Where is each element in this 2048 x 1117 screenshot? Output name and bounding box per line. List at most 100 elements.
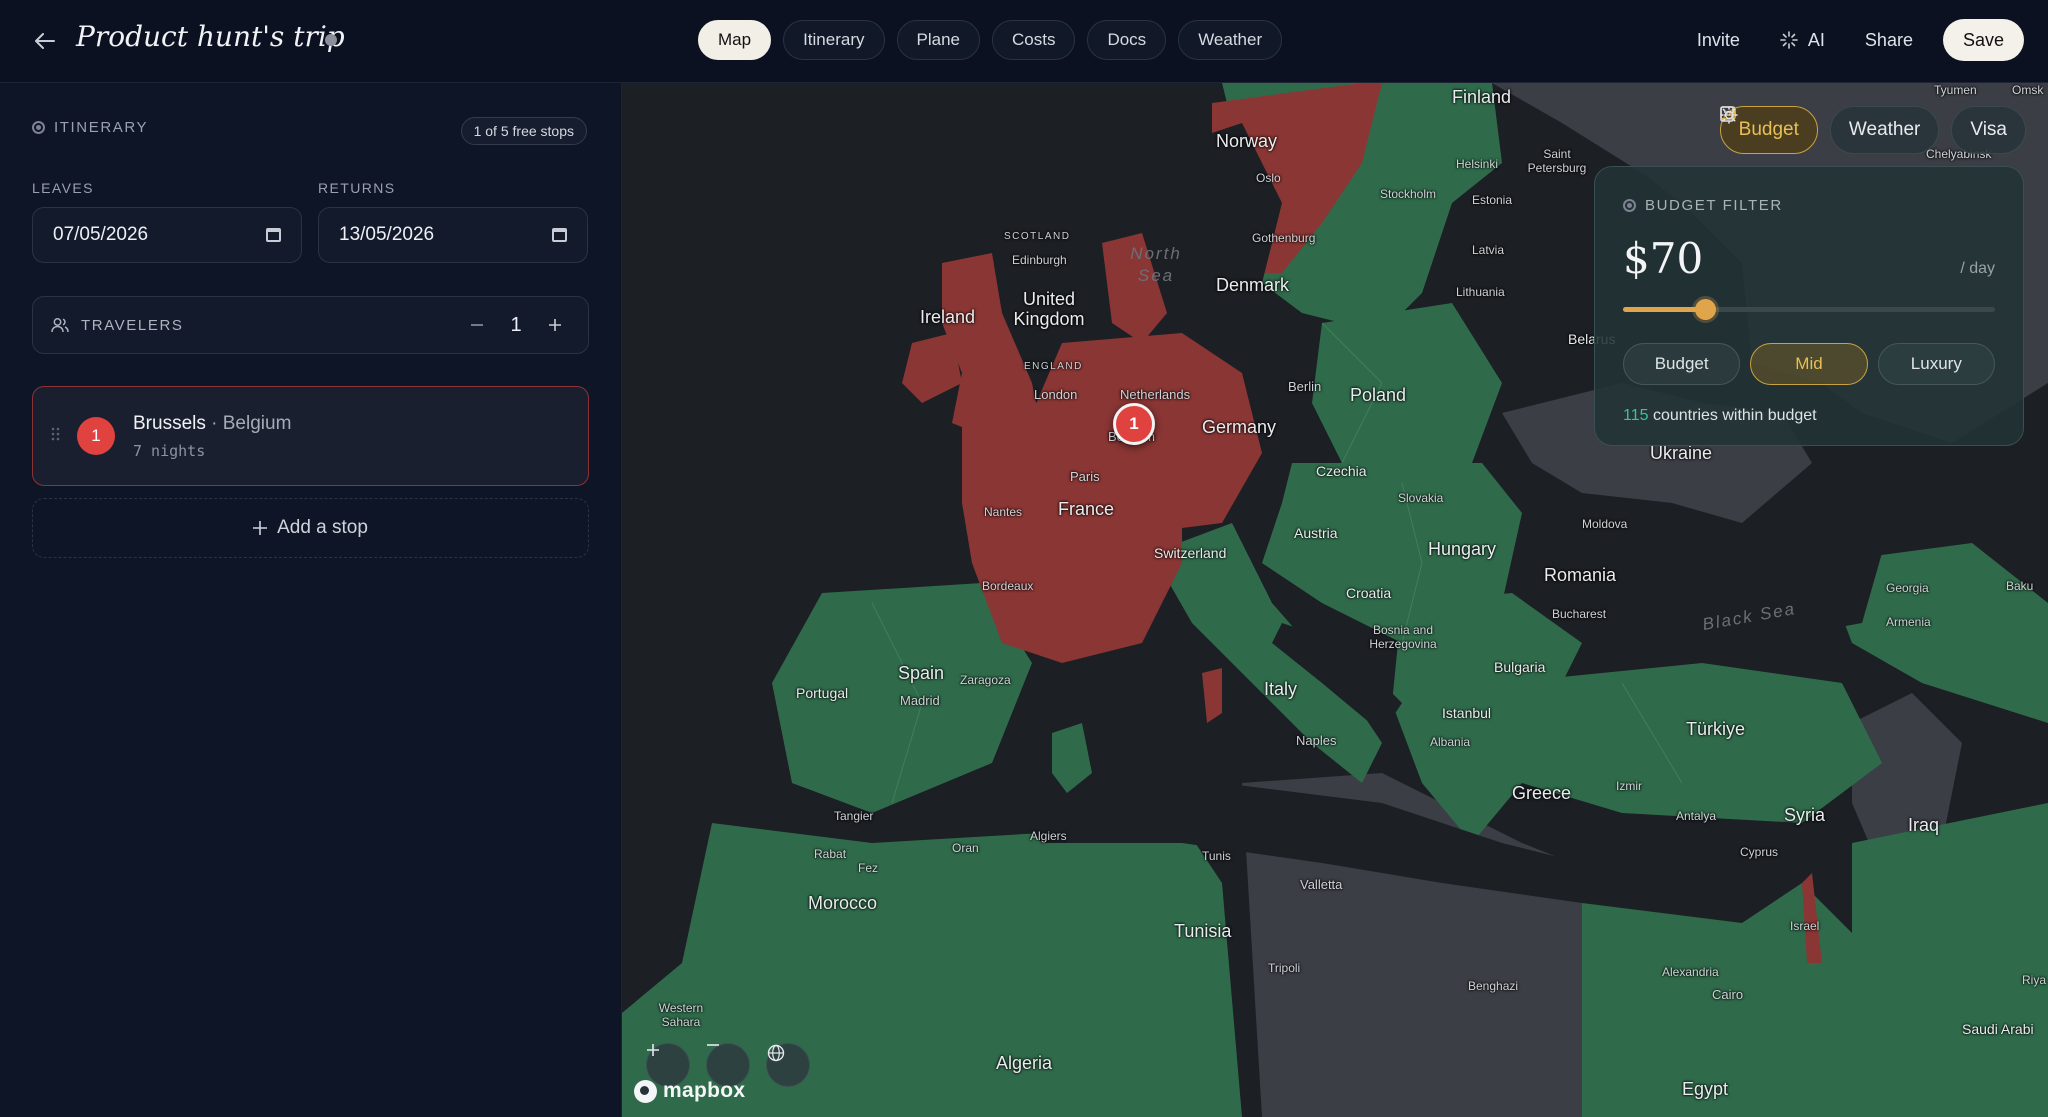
map-label-moldova: Moldova [1582,517,1628,531]
increment-travelers-button[interactable] [540,310,570,340]
map-label-cyprus: Cyprus [1740,845,1779,859]
travelers-label: TRAVELERS [81,316,184,334]
invite-button[interactable]: Invite [1677,19,1760,61]
baltics-poland [1312,303,1502,483]
tab-costs[interactable]: Costs [991,20,1076,60]
tab-plane[interactable]: Plane [896,20,980,60]
decrement-travelers-button[interactable] [462,310,492,340]
plus-icon [549,319,561,331]
minus-icon [471,324,483,326]
budget-tier-group: Budget Mid Luxury [1623,343,1995,385]
corsica [1202,668,1222,723]
map-label-albania: Albania [1430,735,1471,749]
stop-marker[interactable]: 1 [1113,403,1155,445]
budget-price-row: $70 / day [1623,234,1995,283]
stop-card[interactable]: 1 Brussels · Belgium 7 nights [32,386,589,486]
map-label-slovakia: Slovakia [1398,491,1444,505]
map-label-berlin: Berlin [1288,379,1322,394]
map-view[interactable]: Finland Norway Oslo Stockholm Helsinki S… [622,83,2048,1117]
budget-price: $70 [1623,234,1704,283]
map-label-baku: Baku [2006,579,2034,593]
returns-label: RETURNS [318,180,396,196]
itinerary-heading: ITINERARY [32,119,148,136]
budget-slider[interactable] [1623,299,1995,320]
itinerary-label: ITINERARY [54,119,149,136]
map-label-france: France [1058,499,1115,519]
budget-filter-panel: BUDGET FILTER $70 / day Budget Mid Luxur… [1594,166,2024,446]
mapbox-logo-icon [634,1079,657,1103]
map-label-izmir: Izmir [1616,779,1642,793]
leaves-date-input[interactable]: 07/05/2026 [32,207,302,263]
map-label-latvia: Latvia [1472,243,1505,257]
itinerary-sidebar: ITINERARY 1 of 5 free stops LEAVES 07/05… [0,83,622,1117]
calendar-icon[interactable] [552,228,567,242]
tier-budget-button[interactable]: Budget [1623,343,1741,385]
map-label-tyumen: Tyumen [1934,83,1977,97]
drag-handle-icon[interactable] [51,427,71,446]
calendar-icon[interactable] [266,228,281,242]
map-label-germany: Germany [1202,417,1277,437]
stop-separator: · [211,412,218,434]
map-label-ireland: Ireland [920,307,976,327]
map-label-western-sahara: Western Sahara [658,1001,704,1029]
map-label-alexandria: Alexandria [1662,965,1719,979]
globe-view-button[interactable] [766,1043,810,1087]
returns-date-value: 13/05/2026 [339,224,435,245]
weather-chip[interactable]: Weather [1719,106,1940,154]
map-label-tripoli: Tripoli [1268,961,1301,975]
visa-chip[interactable]: Visa [1719,106,2026,154]
stop-number-badge: 1 [77,417,115,455]
map-label-armenia: Armenia [1886,615,1931,629]
map-label-algiers: Algiers [1030,829,1067,843]
map-label-bucharest: Bucharest [1552,607,1607,621]
tier-mid-button[interactable]: Mid [1750,343,1868,385]
map-label-portugal: Portugal [796,685,849,701]
mapbox-attribution[interactable]: mapbox [634,1079,745,1103]
weather-chip-label: Weather [1848,119,1921,140]
slider-thumb[interactable] [1694,299,1716,320]
map-label-finland: Finland [1452,87,1512,107]
ai-button[interactable]: AI [1760,19,1845,61]
map-label-north-sea: North Sea [1130,244,1182,285]
plus-icon [647,1044,659,1056]
arrow-left-icon [35,33,55,49]
tab-map[interactable]: Map [698,20,772,60]
save-button[interactable]: Save [1942,19,2024,61]
stop-nights: 7 nights [133,441,206,460]
tab-weather[interactable]: Weather [1178,20,1283,60]
trip-title[interactable]: Product hunt's trip [76,20,345,53]
globe-icon [767,1044,785,1062]
map-label-helsinki: Helsinki [1456,157,1499,171]
map-label-ukraine: Ukraine [1650,443,1713,463]
top-bar: Product hunt's trip Map Itinerary Plane … [0,0,2048,83]
visa-chip-label: Visa [1970,119,2007,140]
map-label-saint-petersburg: Saint Petersburg [1527,147,1587,175]
map-label-stockholm: Stockholm [1380,187,1437,201]
map-label-romania: Romania [1544,565,1617,585]
map-label-norway: Norway [1216,131,1278,151]
share-button[interactable]: Share [1845,19,1933,61]
map-label-paris: Paris [1070,469,1100,484]
sardinia [1052,723,1092,793]
map-label-tunis: Tunis [1202,849,1231,863]
tier-luxury-button[interactable]: Luxury [1877,343,1995,385]
returns-date-input[interactable]: 13/05/2026 [318,207,588,263]
map-label-riya: Riya [2022,973,2047,987]
map-label-scotland: SCOTLAND [1004,231,1071,242]
back-button[interactable] [28,24,62,58]
map-label-nantes: Nantes [984,505,1023,519]
map-label-london: London [1034,387,1078,402]
mapbox-wordmark: mapbox [663,1079,746,1102]
ai-label: AI [1807,29,1825,50]
add-stop-button[interactable]: Add a stop [32,498,589,558]
tab-docs[interactable]: Docs [1087,20,1167,60]
tab-itinerary[interactable]: Itinerary [783,20,885,60]
map-label-zaragoza: Zaragoza [960,673,1011,687]
budget-filter-heading: BUDGET FILTER [1623,197,1995,214]
leaves-date-value: 07/05/2026 [53,224,149,245]
map-filter-chips: Budget Weather Visa [1719,106,2026,154]
slider-fill [1623,307,1705,312]
minus-icon [707,1044,719,1046]
view-tabs: Map Itinerary Plane Costs Docs Weather [698,20,1283,60]
map-label-iraq: Iraq [1908,815,1940,835]
